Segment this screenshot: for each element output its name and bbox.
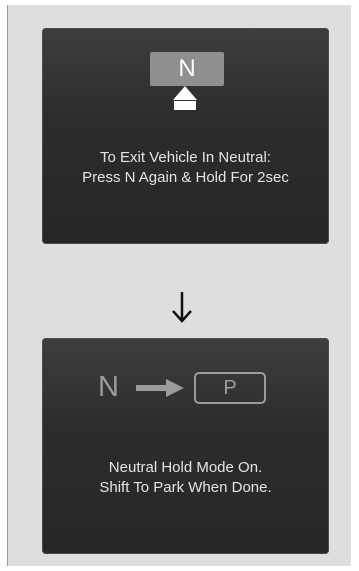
instruction-line-1: To Exit Vehicle In Neutral:	[100, 149, 271, 166]
neutral-hold-screen: N P Neutral Hold Mode On. Shift To Park …	[42, 338, 329, 554]
status-message: Neutral Hold Mode On. Shift To Park When…	[42, 458, 329, 498]
instruction-message: To Exit Vehicle In Neutral: Press N Agai…	[42, 148, 329, 188]
arrow-up-icon	[173, 86, 197, 110]
arrow-down-icon	[172, 292, 192, 323]
neutral-exit-screen: N To Exit Vehicle In Neutral: Press N Ag…	[42, 28, 329, 244]
from-gear-label: N	[98, 371, 119, 403]
instruction-line-2: Press N Again & Hold For 2sec	[82, 169, 289, 186]
park-gear-box: P	[194, 372, 266, 404]
status-line-1: Neutral Hold Mode On.	[108, 459, 263, 476]
status-line-2: Shift To Park When Done.	[99, 479, 272, 496]
gear-n-indicator: N	[150, 52, 224, 86]
arrow-right-icon	[136, 379, 184, 397]
